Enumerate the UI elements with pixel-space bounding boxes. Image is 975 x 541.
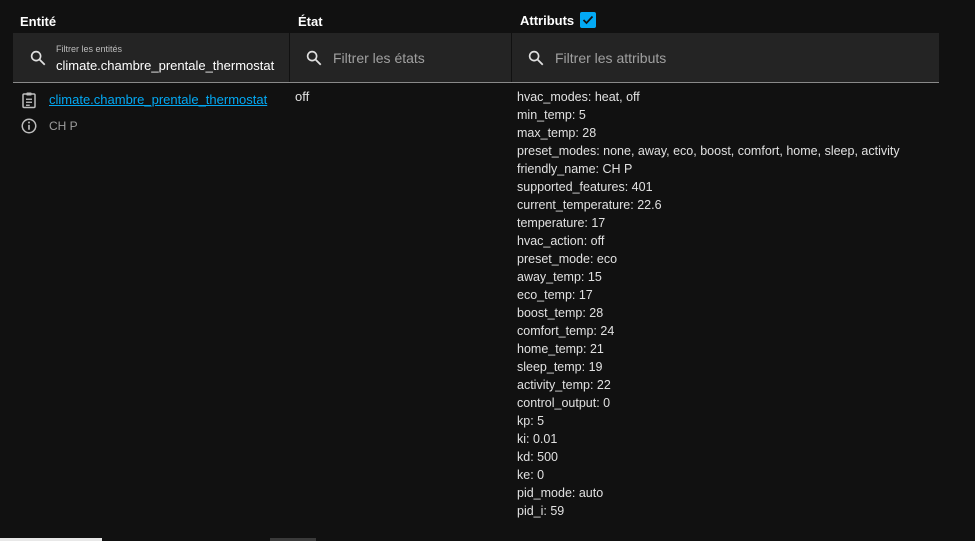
attributes-filter-input[interactable]: Filtrer les attributs <box>512 33 939 82</box>
attribute-item: activity_temp: 22 <box>517 378 611 392</box>
developer-tools-states: Entité État Attributs Filtrer les entité… <box>0 0 975 541</box>
attributes-checkbox[interactable] <box>580 12 597 28</box>
state-filter-placeholder[interactable]: Filtrer les états <box>333 50 425 66</box>
state-filter-input[interactable]: Filtrer les états <box>290 33 512 82</box>
attribute-item: supported_features: 401 <box>517 180 653 194</box>
attribute-item: kp: 5 <box>517 414 545 428</box>
attribute-item: hvac_modes: heat, off <box>517 90 640 104</box>
attribute-item: pid_mode: auto <box>517 486 604 500</box>
attribute-item: control_output: 0 <box>517 396 611 410</box>
column-header-attributes: Attributs <box>520 12 597 28</box>
attribute-item: hvac_action: off <box>517 234 605 248</box>
entity-filter-label: Filtrer les entités <box>56 44 123 54</box>
search-icon <box>30 50 46 66</box>
check-icon <box>583 15 594 25</box>
attribute-item: away_temp: 15 <box>517 270 602 284</box>
attribute-item: home_temp: 21 <box>517 342 604 356</box>
attribute-item: comfort_temp: 24 <box>517 324 615 338</box>
entity-filter-input[interactable]: Filtrer les entités climate.chambre_pren… <box>13 33 290 82</box>
attributes-filter-placeholder[interactable]: Filtrer les attributs <box>555 50 666 66</box>
info-icon[interactable] <box>20 117 38 135</box>
attribute-item: ke: 0 <box>517 468 545 482</box>
attribute-item: eco_temp: 17 <box>517 288 593 302</box>
clipboard-icon[interactable] <box>20 91 38 109</box>
entity-friendly-name: CH P <box>49 119 78 133</box>
column-header-entity[interactable]: Entité <box>20 14 56 29</box>
attribute-item: ki: 0.01 <box>517 432 558 446</box>
attributes-list: hvac_modes: heat, off min_temp: 5 max_te… <box>517 88 900 520</box>
search-icon <box>528 50 544 66</box>
attribute-item: max_temp: 28 <box>517 126 597 140</box>
attribute-item: min_temp: 5 <box>517 108 586 122</box>
entity-id-link[interactable]: climate.chambre_prentale_thermostat <box>49 92 267 107</box>
attribute-item: temperature: 17 <box>517 216 606 230</box>
column-header-state[interactable]: État <box>298 14 323 29</box>
attribute-item: kd: 500 <box>517 450 559 464</box>
attribute-item: pid_i: 59 <box>517 504 565 518</box>
filter-bar: Filtrer les entités climate.chambre_pren… <box>13 33 939 83</box>
attribute-item: preset_mode: eco <box>517 252 618 266</box>
entity-filter-value[interactable]: climate.chambre_prentale_thermostat <box>56 58 274 73</box>
search-icon <box>306 50 322 66</box>
entity-state-value: off <box>295 89 310 104</box>
attribute-item: boost_temp: 28 <box>517 306 604 320</box>
attribute-item: sleep_temp: 19 <box>517 360 603 374</box>
attribute-item: current_temperature: 22.6 <box>517 198 662 212</box>
attribute-item: preset_modes: none, away, eco, boost, co… <box>517 144 900 158</box>
attributes-header-label: Attributs <box>520 12 575 28</box>
attribute-item: friendly_name: CH P <box>517 162 633 176</box>
